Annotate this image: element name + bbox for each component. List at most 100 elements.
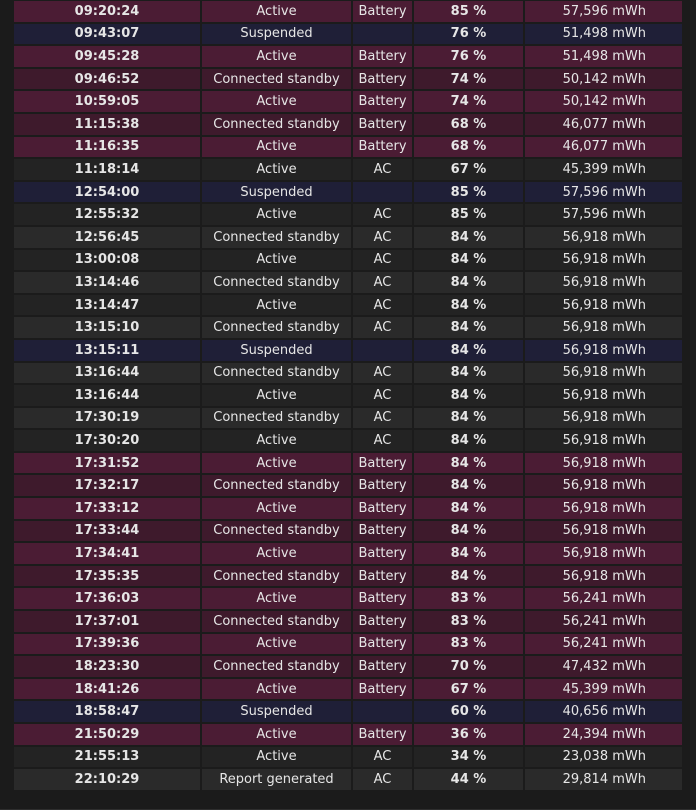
time-cell: 12:55:32 xyxy=(14,204,200,225)
source-cell: Battery xyxy=(353,565,412,587)
time-cell: 11:15:38 xyxy=(14,113,200,135)
time-cell: 09:43:07 xyxy=(14,23,200,45)
source-cell: Battery xyxy=(353,498,412,519)
state-cell: Active xyxy=(202,724,351,745)
state-cell: Active xyxy=(202,430,351,451)
state-cell: Connected standby xyxy=(202,520,351,542)
source-cell: Battery xyxy=(353,475,412,497)
source-cell: Battery xyxy=(353,588,412,610)
pct-cell: 84 % xyxy=(414,452,523,474)
pct-cell: 83 % xyxy=(414,633,523,655)
table-row: 13:16:44 Active AC 84 % 56,918 mWh xyxy=(14,385,682,406)
source-cell: AC xyxy=(353,746,412,768)
table-row: 17:39:36 Active Battery 83 % 56,241 mWh xyxy=(14,633,682,655)
pct-cell: 34 % xyxy=(414,746,523,768)
pct-cell: 85 % xyxy=(414,1,523,22)
pct-cell: 44 % xyxy=(414,769,523,790)
source-cell: AC xyxy=(353,430,412,451)
table-row: 09:45:28 Active Battery 76 % 51,498 mWh xyxy=(14,46,682,67)
pct-cell: 76 % xyxy=(414,46,523,67)
pct-cell: 76 % xyxy=(414,23,523,45)
table-row: 13:16:44 Connected standby AC 84 % 56,918 mW… xyxy=(14,362,682,384)
time-cell: 13:16:44 xyxy=(14,385,200,406)
state-cell: Active xyxy=(202,452,351,474)
cap-cell: 56,918 mWh xyxy=(525,475,682,497)
table-row: 17:30:19 Connected standby AC 84 % 56,918 mW… xyxy=(14,407,682,429)
pct-cell: 60 % xyxy=(414,701,523,722)
time-cell: 09:45:28 xyxy=(14,46,200,67)
pct-cell: 84 % xyxy=(414,339,523,361)
table-row: 13:15:11 Suspended 84 % 56,918 mWh xyxy=(14,339,682,361)
cap-cell: 40,656 mWh xyxy=(525,701,682,722)
state-cell: Connected standby xyxy=(202,113,351,135)
table-row: 13:15:10 Connected standby AC 84 % 56,918 mW… xyxy=(14,317,682,338)
time-cell: 22:10:29 xyxy=(14,769,200,790)
time-cell: 17:39:36 xyxy=(14,633,200,655)
time-cell: 21:55:13 xyxy=(14,746,200,768)
state-cell: Active xyxy=(202,678,351,700)
pct-cell: 84 % xyxy=(414,407,523,429)
cap-cell: 56,918 mWh xyxy=(525,452,682,474)
pct-cell: 84 % xyxy=(414,317,523,338)
state-cell: Active xyxy=(202,498,351,519)
pct-cell: 68 % xyxy=(414,136,523,158)
pct-cell: 84 % xyxy=(414,362,523,384)
cap-cell: 56,918 mWh xyxy=(525,498,682,519)
source-cell: AC xyxy=(353,407,412,429)
table-row: 21:55:13 Active AC 34 % 23,038 mWh xyxy=(14,746,682,768)
cap-cell: 46,077 mWh xyxy=(525,136,682,158)
cap-cell: 51,498 mWh xyxy=(525,46,682,67)
table-row: 17:33:44 Connected standby Battery 84 % 56,9… xyxy=(14,520,682,542)
pct-cell: 84 % xyxy=(414,272,523,293)
state-cell: Connected standby xyxy=(202,362,351,384)
pct-cell: 67 % xyxy=(414,678,523,700)
state-cell: Active xyxy=(202,588,351,610)
pct-cell: 84 % xyxy=(414,226,523,248)
cap-cell: 56,918 mWh xyxy=(525,317,682,338)
time-cell: 11:18:14 xyxy=(14,159,200,180)
cap-cell: 56,918 mWh xyxy=(525,249,682,271)
time-cell: 18:41:26 xyxy=(14,678,200,700)
battery-usage-report: 09:20:24 Active Battery 85 % 57,596 mWh 09:43… xyxy=(0,0,696,810)
cap-cell: 56,918 mWh xyxy=(525,407,682,429)
table-row: 11:16:35 Active Battery 68 % 46,077 mWh xyxy=(14,136,682,158)
source-cell xyxy=(353,339,412,361)
source-cell: Battery xyxy=(353,68,412,90)
cap-cell: 56,918 mWh xyxy=(525,226,682,248)
table-row: 17:33:12 Active Battery 84 % 56,918 mWh xyxy=(14,498,682,519)
time-cell: 18:23:30 xyxy=(14,656,200,677)
source-cell: Battery xyxy=(353,678,412,700)
pct-cell: 84 % xyxy=(414,294,523,316)
table-row: 09:20:24 Active Battery 85 % 57,596 mWh xyxy=(14,1,682,22)
state-cell: Connected standby xyxy=(202,68,351,90)
time-cell: 13:15:10 xyxy=(14,317,200,338)
state-cell: Active xyxy=(202,543,351,564)
pct-cell: 85 % xyxy=(414,181,523,203)
time-cell: 09:46:52 xyxy=(14,68,200,90)
source-cell: AC xyxy=(353,204,412,225)
pct-cell: 70 % xyxy=(414,656,523,677)
table-row: 13:14:47 Active AC 84 % 56,918 mWh xyxy=(14,294,682,316)
state-cell: Connected standby xyxy=(202,317,351,338)
table-row: 12:56:45 Connected standby AC 84 % 56,918 mW… xyxy=(14,226,682,248)
table-row: 21:50:29 Active Battery 36 % 24,394 mWh xyxy=(14,724,682,745)
source-cell: AC xyxy=(353,159,412,180)
table-row: 17:35:35 Connected standby Battery 84 % 56,9… xyxy=(14,565,682,587)
cap-cell: 23,038 mWh xyxy=(525,746,682,768)
state-cell: Active xyxy=(202,136,351,158)
state-cell: Active xyxy=(202,633,351,655)
time-cell: 17:31:52 xyxy=(14,452,200,474)
cap-cell: 56,918 mWh xyxy=(525,430,682,451)
cap-cell: 45,399 mWh xyxy=(525,159,682,180)
source-cell: Battery xyxy=(353,724,412,745)
time-cell: 10:59:05 xyxy=(14,91,200,112)
cap-cell: 56,918 mWh xyxy=(525,294,682,316)
table-row: 11:18:14 Active AC 67 % 45,399 mWh xyxy=(14,159,682,180)
time-cell: 12:56:45 xyxy=(14,226,200,248)
table-row: 17:36:03 Active Battery 83 % 56,241 mWh xyxy=(14,588,682,610)
table-row: 10:59:05 Active Battery 74 % 50,142 mWh xyxy=(14,91,682,112)
time-cell: 17:34:41 xyxy=(14,543,200,564)
state-cell: Active xyxy=(202,91,351,112)
pct-cell: 67 % xyxy=(414,159,523,180)
state-cell: Report generated xyxy=(202,769,351,790)
